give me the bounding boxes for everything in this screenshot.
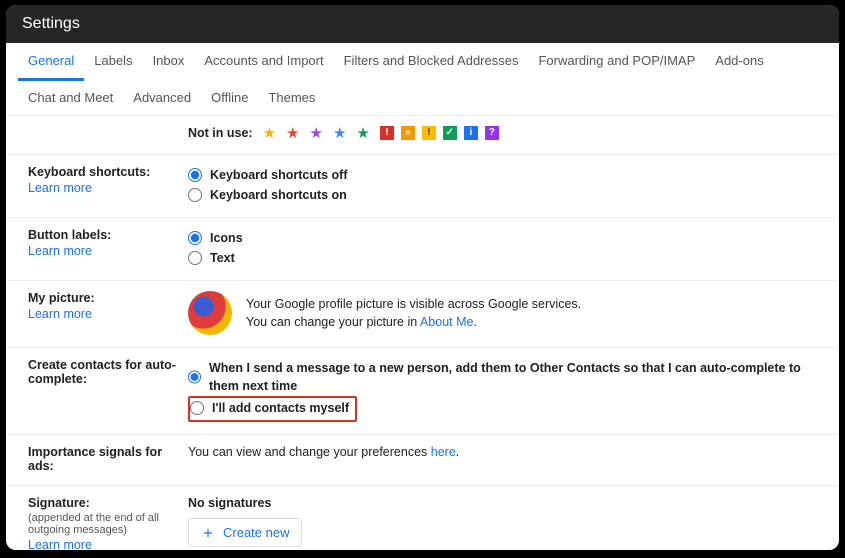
contacts-auto-option[interactable]: When I send a message to a new person, a… xyxy=(188,358,817,396)
section-my-picture: My picture: Learn more Your Google profi… xyxy=(6,281,839,348)
create-contacts-title: Create contacts for auto-complete: xyxy=(28,358,178,386)
section-signature: Signature: (appended at the end of all o… xyxy=(6,486,839,550)
tab-labels[interactable]: Labels xyxy=(84,43,142,80)
shortcuts-off-label: Keyboard shortcuts off xyxy=(210,166,348,184)
tab-accounts[interactable]: Accounts and Import xyxy=(194,43,333,80)
shortcuts-off-radio[interactable] xyxy=(188,168,202,182)
star-badge-icon[interactable]: i xyxy=(464,126,478,140)
shortcuts-on-label: Keyboard shortcuts on xyxy=(210,186,347,204)
button-labels-text-label: Text xyxy=(210,249,235,267)
contacts-auto-label: When I send a message to a new person, a… xyxy=(209,359,817,395)
plus-icon xyxy=(201,526,215,540)
settings-content[interactable]: Not in use: ★ ★ ★ ★ ★ ! »! ✓ i? Keyboard sh… xyxy=(6,116,839,550)
tab-advanced[interactable]: Advanced xyxy=(123,80,201,115)
page-title: Settings xyxy=(6,5,839,43)
star-red-icon[interactable]: ★ xyxy=(286,124,299,142)
shortcuts-off-option[interactable]: Keyboard shortcuts off xyxy=(188,165,817,185)
button-labels-learn-more[interactable]: Learn more xyxy=(28,244,92,258)
my-picture-learn-more[interactable]: Learn more xyxy=(28,307,92,321)
star-badge-icon[interactable]: ? xyxy=(485,126,499,140)
stars-not-in-use-label: Not in use: xyxy=(188,126,253,140)
section-keyboard-shortcuts: Keyboard shortcuts: Learn more Keyboard … xyxy=(6,155,839,218)
tab-themes[interactable]: Themes xyxy=(258,80,325,115)
star-badges: ! »! ✓ i? xyxy=(380,126,499,140)
star-blue-icon[interactable]: ★ xyxy=(333,124,346,142)
avatar[interactable] xyxy=(188,291,232,335)
tabs-bar: General Labels Inbox Accounts and Import… xyxy=(6,43,839,116)
my-picture-title: My picture: xyxy=(28,291,178,305)
settings-window: Settings General Labels Inbox Accounts a… xyxy=(6,5,839,550)
button-labels-text-radio[interactable] xyxy=(188,251,202,265)
section-create-contacts: Create contacts for auto-complete: When … xyxy=(6,348,839,435)
star-green-icon[interactable]: ★ xyxy=(356,124,369,142)
tab-forwarding[interactable]: Forwarding and POP/IMAP xyxy=(528,43,705,80)
create-new-button[interactable]: Create new xyxy=(188,518,302,547)
shortcuts-on-radio[interactable] xyxy=(188,188,202,202)
button-labels-icons-option[interactable]: Icons xyxy=(188,228,817,248)
signature-none: No signatures xyxy=(188,496,817,510)
shortcuts-on-option[interactable]: Keyboard shortcuts on xyxy=(188,185,817,205)
section-ads: Importance signals for ads: You can view… xyxy=(6,435,839,486)
contacts-self-highlight: I'll add contacts myself xyxy=(188,396,357,422)
tab-addons[interactable]: Add-ons xyxy=(705,43,773,80)
ads-text: You can view and change your preferences… xyxy=(188,445,459,459)
button-labels-icons-radio[interactable] xyxy=(188,231,202,245)
star-badge-icon[interactable]: ! xyxy=(380,126,394,140)
picture-line2: You can change your picture in About Me. xyxy=(246,313,581,331)
star-badge-icon[interactable]: ✓ xyxy=(443,126,457,140)
tab-general[interactable]: General xyxy=(18,43,84,81)
contacts-self-option[interactable]: I'll add contacts myself xyxy=(190,398,349,418)
button-labels-icons-label: Icons xyxy=(210,229,243,247)
tab-filters[interactable]: Filters and Blocked Addresses xyxy=(334,43,529,80)
button-labels-text-option[interactable]: Text xyxy=(188,248,817,268)
star-purple-icon[interactable]: ★ xyxy=(310,124,323,142)
create-new-label: Create new xyxy=(223,525,289,540)
contacts-self-radio[interactable] xyxy=(190,401,204,415)
ads-title: Importance signals for ads: xyxy=(28,445,178,473)
ads-here-link[interactable]: here xyxy=(431,445,456,459)
button-labels-title: Button labels: xyxy=(28,228,178,242)
star-badge-icon[interactable]: » xyxy=(401,126,415,140)
signature-learn-more[interactable]: Learn more xyxy=(28,538,92,550)
signature-title: Signature: xyxy=(28,496,178,510)
section-stars: Not in use: ★ ★ ★ ★ ★ ! »! ✓ i? xyxy=(6,116,839,155)
picture-line1: Your Google profile picture is visible a… xyxy=(246,295,581,313)
keyboard-shortcuts-learn-more[interactable]: Learn more xyxy=(28,181,92,195)
star-orange-icon[interactable]: ★ xyxy=(263,124,276,142)
keyboard-shortcuts-title: Keyboard shortcuts: xyxy=(28,165,178,179)
contacts-auto-radio[interactable] xyxy=(188,370,201,384)
about-me-link[interactable]: About Me xyxy=(420,315,474,329)
section-button-labels: Button labels: Learn more Icons Text xyxy=(6,218,839,281)
star-badge-icon[interactable]: ! xyxy=(422,126,436,140)
signature-sub: (appended at the end of all outgoing mes… xyxy=(28,512,178,536)
tab-inbox[interactable]: Inbox xyxy=(143,43,195,80)
contacts-self-label: I'll add contacts myself xyxy=(212,399,349,417)
tab-offline[interactable]: Offline xyxy=(201,80,258,115)
tab-chat-meet[interactable]: Chat and Meet xyxy=(18,80,123,115)
